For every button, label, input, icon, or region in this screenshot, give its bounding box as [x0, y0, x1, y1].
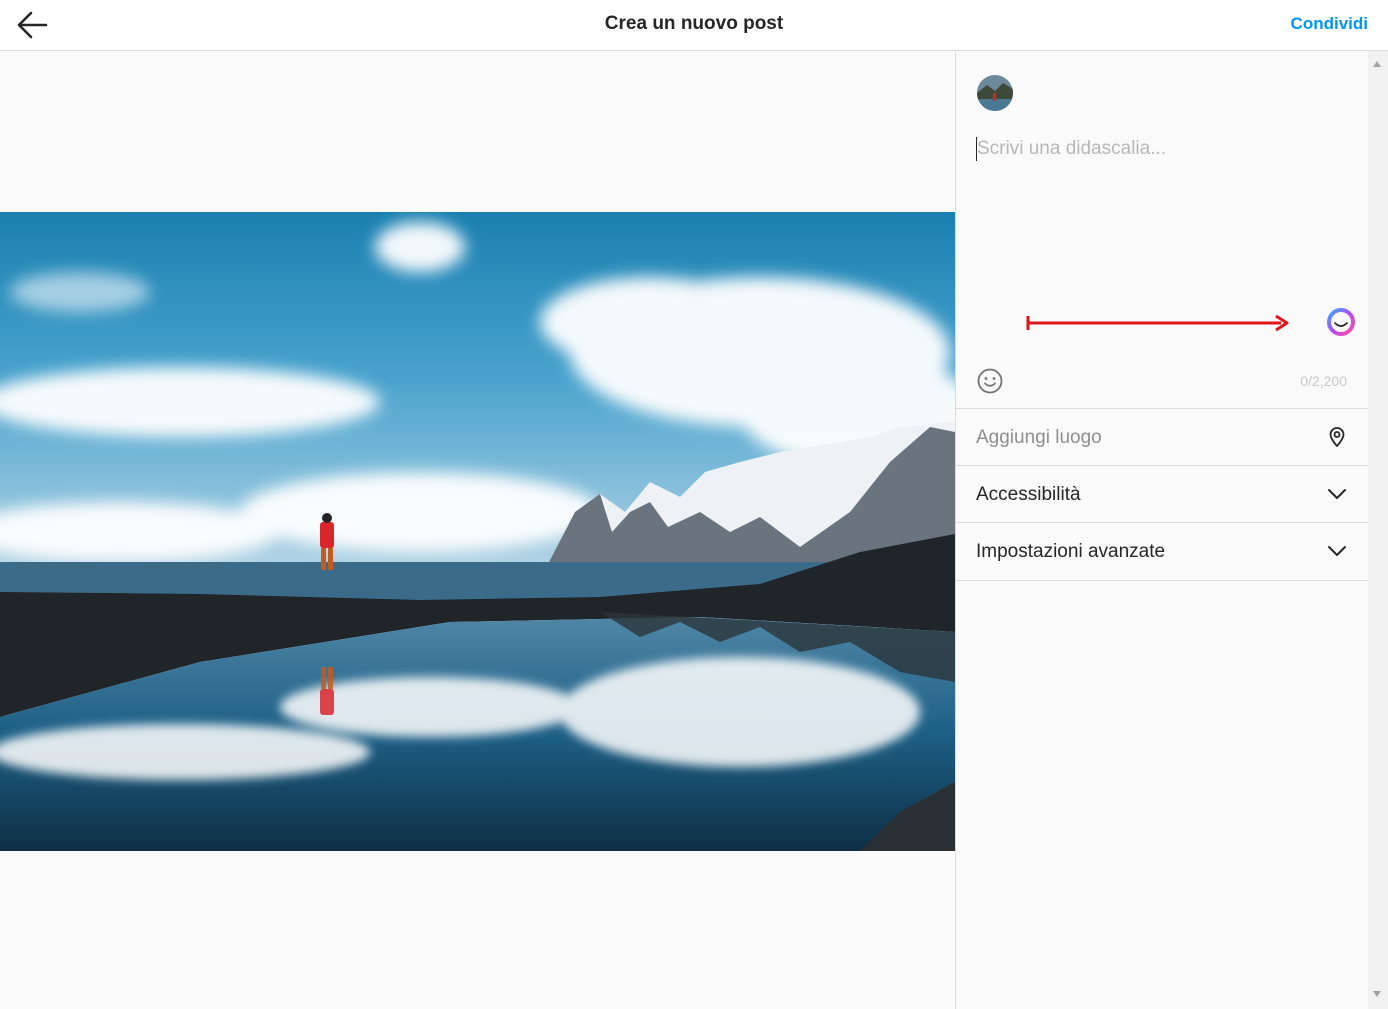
- share-button[interactable]: Condividi: [1291, 14, 1368, 34]
- meta-ai-icon[interactable]: [1324, 305, 1358, 339]
- annotation-arrow: [1026, 314, 1289, 332]
- scroll-down-arrow-icon[interactable]: [1373, 991, 1381, 997]
- character-count: 0/2,200: [1300, 373, 1347, 389]
- smiley-icon: [977, 368, 1003, 394]
- post-photo: [0, 212, 955, 851]
- media-preview-pane: [0, 51, 955, 1009]
- avatar: [977, 75, 1013, 111]
- add-location-label: Aggiungi luogo: [976, 427, 1102, 448]
- post-details-pane: 0/2,200 Aggiungi luogo Accessibilità Imp…: [955, 51, 1368, 1009]
- scrollbar[interactable]: [1368, 51, 1388, 1009]
- chevron-down-icon: [1328, 546, 1346, 556]
- top-bar: Crea un nuovo post Condividi: [0, 0, 1388, 51]
- scroll-up-arrow-icon[interactable]: [1373, 61, 1381, 67]
- page-title: Crea un nuovo post: [604, 13, 784, 34]
- advanced-settings-row[interactable]: Impostazioni avanzate: [956, 522, 1368, 581]
- caption-input[interactable]: [976, 137, 1347, 161]
- add-location-row[interactable]: Aggiungi luogo: [956, 408, 1368, 466]
- emoji-button[interactable]: [976, 367, 1004, 395]
- advanced-settings-label: Impostazioni avanzate: [976, 541, 1166, 562]
- location-pin-icon: [1329, 427, 1345, 447]
- chevron-down-icon: [1328, 489, 1346, 499]
- accessibility-label: Accessibilità: [976, 484, 1081, 505]
- accessibility-row[interactable]: Accessibilità: [956, 465, 1368, 523]
